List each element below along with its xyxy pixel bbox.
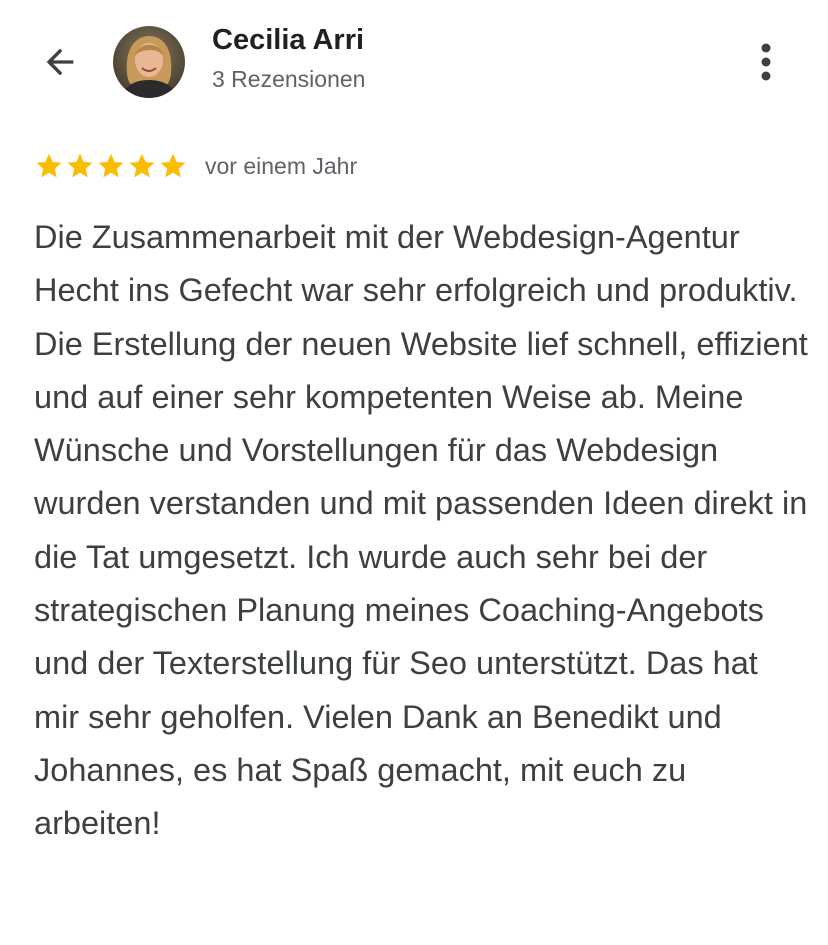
star-icon: [129, 153, 155, 178]
star-rating: [34, 151, 189, 181]
arrow-left-icon: [46, 48, 74, 76]
back-button[interactable]: [30, 36, 90, 88]
review-header: Cecilia Arri 3 Rezensionen: [0, 0, 828, 130]
avatar-image: [113, 26, 185, 98]
more-vertical-icon: [761, 43, 771, 81]
star-icon: [36, 153, 62, 178]
star-icon: [67, 153, 93, 178]
review-count: 3 Rezensionen: [212, 66, 366, 92]
avatar[interactable]: [113, 26, 185, 98]
star-icon: [98, 153, 124, 178]
review-text: Die Zusammenarbeit mit der Webdesign-Age…: [34, 219, 808, 842]
more-options-button[interactable]: [742, 38, 790, 86]
reviewer-name[interactable]: Cecilia Arri: [212, 24, 364, 57]
star-icon: [160, 153, 186, 178]
rating-row: vor einem Jahr: [34, 148, 357, 184]
review-date: vor einem Jahr: [205, 152, 358, 179]
